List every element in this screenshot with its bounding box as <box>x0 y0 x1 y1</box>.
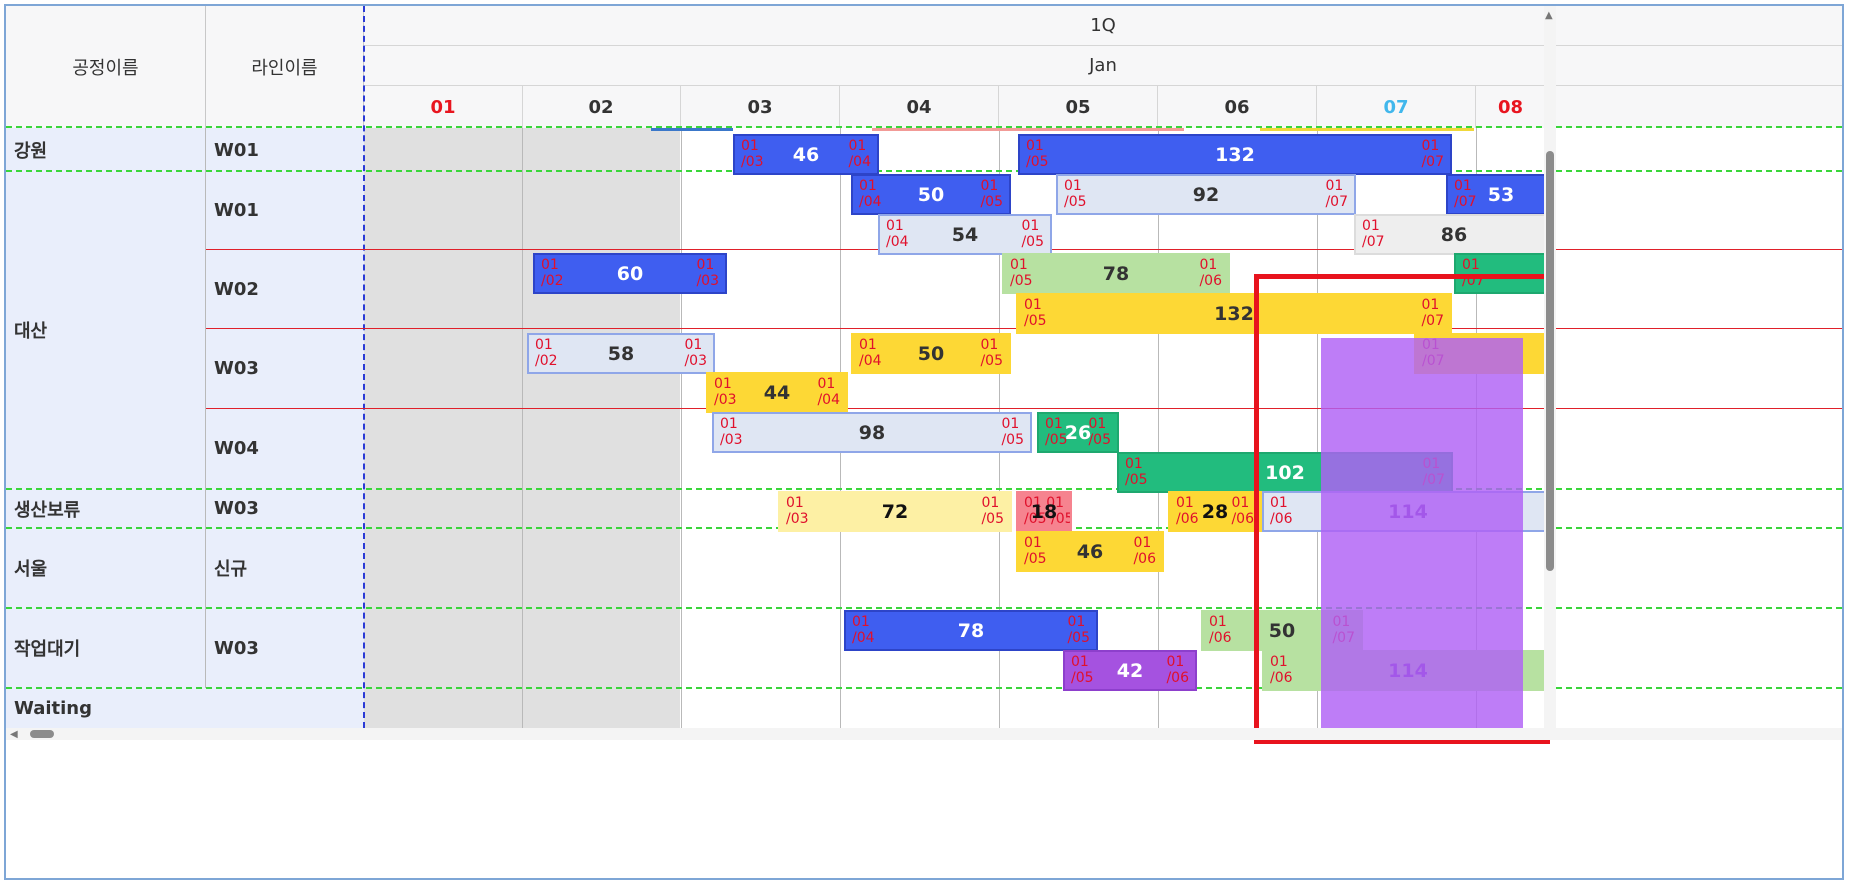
day-header-05: 05 <box>999 86 1158 128</box>
row-separator <box>206 408 1842 409</box>
group-label: 대산 <box>14 321 48 342</box>
line-label: W02 <box>214 278 259 300</box>
task-bar[interactable]: 01 01 /05 /05 18 <box>1016 491 1072 532</box>
scroll-left-arrow-icon[interactable]: ◀ <box>10 729 18 740</box>
group-label: Waiting <box>14 697 93 719</box>
line-label: 신규 <box>214 559 248 580</box>
task-quantity: 50 <box>917 183 945 206</box>
task-bar[interactable]: 01 /06 01 /06 28 <box>1168 491 1262 532</box>
task-bar[interactable]: 01 /05 01 /06 42 <box>1063 650 1197 691</box>
task-bar[interactable]: 01 /05 01 /06 46 <box>1016 531 1164 572</box>
task-quantity: 46 <box>792 143 820 166</box>
group-label: 강원 <box>14 141 48 162</box>
task-bar[interactable]: 01 /07 86 <box>1354 214 1554 255</box>
month-header: Jan <box>364 46 1842 86</box>
task-quantity: 26 <box>1064 421 1092 444</box>
column-header-process[interactable]: 공정이름 <box>6 6 206 128</box>
task-bar[interactable]: 01 /03 01 /05 98 <box>712 412 1032 453</box>
summary-bar <box>1260 128 1474 131</box>
line-label: W01 <box>214 200 259 221</box>
vertical-scrollbar-thumb[interactable] <box>1546 151 1554 571</box>
task-bar[interactable]: 01 /03 01 /04 46 <box>733 134 879 175</box>
task-bar[interactable]: 01 /05 01 /05 26 <box>1037 412 1119 453</box>
day-header-03: 03 <box>681 86 840 128</box>
line-label: W01 <box>214 139 259 161</box>
task-quantity: 28 <box>1201 500 1229 523</box>
day-header-01: 01 <box>364 86 523 128</box>
line-label: W03 <box>214 358 259 379</box>
task-quantity: 98 <box>858 421 886 444</box>
task-bar[interactable]: 01 /04 01 /05 54 <box>878 214 1052 255</box>
day-grid-line <box>522 128 523 728</box>
task-bar[interactable]: 01 /04 01 /05 50 <box>851 333 1011 374</box>
task-bar[interactable]: 01 /03 01 /04 44 <box>706 372 848 413</box>
day-header-06: 06 <box>1158 86 1317 128</box>
task-bar[interactable]: 01 /02 01 /03 58 <box>527 333 715 374</box>
day-grid-line <box>1158 128 1159 728</box>
task-quantity: 72 <box>881 500 909 523</box>
horizontal-scrollbar-thumb[interactable] <box>30 730 54 738</box>
task-quantity: 54 <box>951 223 979 246</box>
task-bar[interactable]: 01 /02 01 /03 60 <box>533 253 727 294</box>
task-bar[interactable]: 01 /07 53 <box>1446 174 1556 215</box>
task-quantity: 78 <box>1102 262 1130 285</box>
task-quantity: 50 <box>917 342 945 365</box>
task-bar[interactable]: 01 /05 01 /06 78 <box>1002 253 1230 294</box>
task-bar[interactable]: 01 /04 01 /05 50 <box>851 174 1011 215</box>
task-bar[interactable]: 01 /05 01 /07 132 <box>1018 134 1452 175</box>
task-quantity: 44 <box>763 381 791 404</box>
scroll-up-arrow-icon[interactable]: ▲ <box>1545 10 1553 21</box>
task-quantity: 53 <box>1487 183 1515 206</box>
group-label: 작업대기 <box>14 639 81 660</box>
task-quantity: 46 <box>1076 540 1104 563</box>
task-bar[interactable]: 01 /04 01 /05 78 <box>844 610 1098 651</box>
task-quantity: 78 <box>957 619 985 642</box>
day-header-02: 02 <box>522 86 681 128</box>
task-quantity: 58 <box>607 342 635 365</box>
task-quantity: 42 <box>1116 659 1144 682</box>
group-label: 생산보류 <box>14 499 81 521</box>
selection-box <box>1254 274 1550 744</box>
day-header-08: 08 <box>1476 86 1546 128</box>
line-label: W03 <box>214 498 259 519</box>
task-quantity: 18 <box>1030 500 1058 523</box>
horizontal-scrollbar[interactable] <box>6 728 1842 740</box>
task-quantity: 132 <box>1215 143 1255 166</box>
group-label: 서울 <box>14 559 48 580</box>
day-header-07: 07 <box>1317 86 1476 128</box>
task-bar[interactable]: 01 /03 01 /05 72 <box>778 491 1012 532</box>
gantt-frame: 공정이름 라인이름 1Q Jan 01 02 03 04 05 06 07 08 강원 대산 … <box>4 4 1844 880</box>
day-grid-line <box>681 128 682 728</box>
task-bar[interactable]: 01 /05 01 /07 92 <box>1056 174 1356 215</box>
column-header-line[interactable]: 라인이름 <box>206 6 364 128</box>
task-quantity: 92 <box>1192 183 1220 206</box>
summary-bar <box>872 128 1184 131</box>
summary-bar <box>651 128 733 131</box>
quarter-header: 1Q <box>364 6 1842 46</box>
group-separator <box>6 687 1842 689</box>
line-label: W04 <box>214 438 259 459</box>
line-label: W03 <box>214 637 259 659</box>
task-quantity: 86 <box>1440 223 1468 246</box>
task-quantity: 60 <box>616 262 644 285</box>
day-header-04: 04 <box>840 86 999 128</box>
